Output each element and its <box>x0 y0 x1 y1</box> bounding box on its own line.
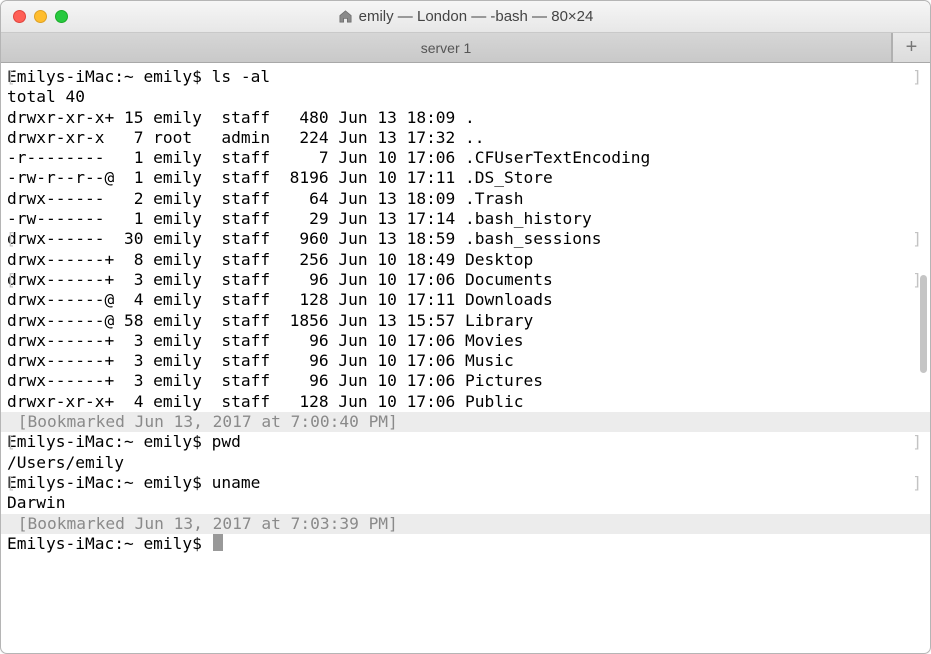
terminal-text: -rw------- 1 emily staff 29 Jun 13 17:14… <box>7 209 592 228</box>
terminal-line: drwx------+ 8 emily staff 256 Jun 10 18:… <box>7 250 922 270</box>
terminal-line: -r-------- 1 emily staff 7 Jun 10 17:06 … <box>7 148 922 168</box>
terminal-output[interactable]: Emilys-iMac:~ emily$ ls -altotal 40 drwxr… <box>1 63 930 653</box>
terminal-text: drwx------ 2 emily staff 64 Jun 13 18:09… <box>7 189 524 208</box>
new-tab-button[interactable]: + <box>892 33 930 62</box>
terminal-window: emily — London — -bash — 80×24 server 1 … <box>0 0 931 654</box>
terminal-line: drwx------+ 3 emily staff 96 Jun 10 17:0… <box>7 371 922 391</box>
tab-label: server 1 <box>421 40 472 56</box>
terminal-line: /Users/emily <box>7 453 922 473</box>
terminal-text: /Users/emily <box>7 453 124 472</box>
terminal-line: drwxr-xr-x+ 15 emily staff 480 Jun 13 18… <box>7 108 922 128</box>
terminal-line: -rw------- 1 emily staff 29 Jun 13 17:14… <box>7 209 922 229</box>
tab-server-1[interactable]: server 1 <box>1 33 892 62</box>
terminal-text: -rw-r--r--@ 1 emily staff 8196 Jun 10 17… <box>7 168 553 187</box>
terminal-line: Darwin <box>7 493 922 513</box>
terminal-text: drwxr-xr-x+ 15 emily staff 480 Jun 13 18… <box>7 108 475 127</box>
terminal-text: drwxr-xr-x 7 root admin 224 Jun 13 17:32… <box>7 128 485 147</box>
terminal-line: Emilys-iMac:~ emily$ pwd <box>7 432 922 452</box>
titlebar[interactable]: emily — London — -bash — 80×24 <box>1 1 930 33</box>
plus-icon: + <box>906 36 918 59</box>
terminal-line: Emilys-iMac:~ emily$ ls -al <box>7 67 922 87</box>
scrollbar-thumb[interactable] <box>920 275 927 373</box>
terminal-line: [Bookmarked Jun 13, 2017 at 7:03:39 PM] <box>1 514 930 534</box>
terminal-line: drwxr-xr-x 7 root admin 224 Jun 13 17:32… <box>7 128 922 148</box>
terminal-text: drwx------+ 3 emily staff 96 Jun 10 17:0… <box>7 331 524 350</box>
home-icon <box>338 9 353 24</box>
terminal-cursor <box>213 534 223 551</box>
terminal-text: Darwin <box>7 493 65 512</box>
terminal-text: drwx------+ 3 emily staff 96 Jun 10 17:0… <box>7 371 543 390</box>
terminal-text: -r-------- 1 emily staff 7 Jun 10 17:06 … <box>7 148 650 167</box>
terminal-text: drwxr-xr-x+ 4 emily staff 128 Jun 10 17:… <box>7 392 524 411</box>
terminal-line: total 40 <box>7 87 922 107</box>
terminal-text: Emilys-iMac:~ emily$ ls -al <box>7 67 270 86</box>
terminal-text: Emilys-iMac:~ emily$ <box>7 534 212 553</box>
traffic-lights <box>1 10 68 23</box>
window-title: emily — London — -bash — 80×24 <box>359 8 594 25</box>
bookmark-text: [Bookmarked Jun 13, 2017 at 7:03:39 PM] <box>7 514 398 533</box>
terminal-line: drwx------@ 4 emily staff 128 Jun 10 17:… <box>7 290 922 310</box>
terminal-text: Emilys-iMac:~ emily$ pwd <box>7 432 241 451</box>
zoom-button[interactable] <box>55 10 68 23</box>
bookmark-text: [Bookmarked Jun 13, 2017 at 7:00:40 PM] <box>7 412 398 431</box>
terminal-text: drwx------+ 3 emily staff 96 Jun 10 17:0… <box>7 351 514 370</box>
terminal-text: drwx------+ 3 emily staff 96 Jun 10 17:0… <box>7 270 553 289</box>
terminal-viewport[interactable]: Emilys-iMac:~ emily$ ls -altotal 40 drwxr… <box>1 63 930 653</box>
terminal-line: drwx------+ 3 emily staff 96 Jun 10 17:0… <box>7 351 922 371</box>
terminal-text: total 40 <box>7 87 85 106</box>
terminal-line: drwxr-xr-x+ 4 emily staff 128 Jun 10 17:… <box>7 392 922 412</box>
terminal-text: Emilys-iMac:~ emily$ uname <box>7 473 260 492</box>
terminal-line: drwx------@ 58 emily staff 1856 Jun 13 1… <box>7 311 922 331</box>
terminal-line: drwx------ 30 emily staff 960 Jun 13 18:… <box>7 229 922 249</box>
window-title-area: emily — London — -bash — 80×24 <box>1 8 930 25</box>
terminal-line: -rw-r--r--@ 1 emily staff 8196 Jun 10 17… <box>7 168 922 188</box>
terminal-line: [Bookmarked Jun 13, 2017 at 7:00:40 PM] <box>1 412 930 432</box>
terminal-text: drwx------ 30 emily staff 960 Jun 13 18:… <box>7 229 602 248</box>
terminal-line: drwx------+ 3 emily staff 96 Jun 10 17:0… <box>7 331 922 351</box>
terminal-line: Emilys-iMac:~ emily$ uname <box>7 473 922 493</box>
terminal-line: drwx------ 2 emily staff 64 Jun 13 18:09… <box>7 189 922 209</box>
terminal-text: drwx------@ 58 emily staff 1856 Jun 13 1… <box>7 311 533 330</box>
tab-bar: server 1 + <box>1 33 930 63</box>
minimize-button[interactable] <box>34 10 47 23</box>
close-button[interactable] <box>13 10 26 23</box>
terminal-line: drwx------+ 3 emily staff 96 Jun 10 17:0… <box>7 270 922 290</box>
terminal-line: Emilys-iMac:~ emily$ <box>7 534 922 554</box>
terminal-text: drwx------+ 8 emily staff 256 Jun 10 18:… <box>7 250 533 269</box>
terminal-text: drwx------@ 4 emily staff 128 Jun 10 17:… <box>7 290 553 309</box>
